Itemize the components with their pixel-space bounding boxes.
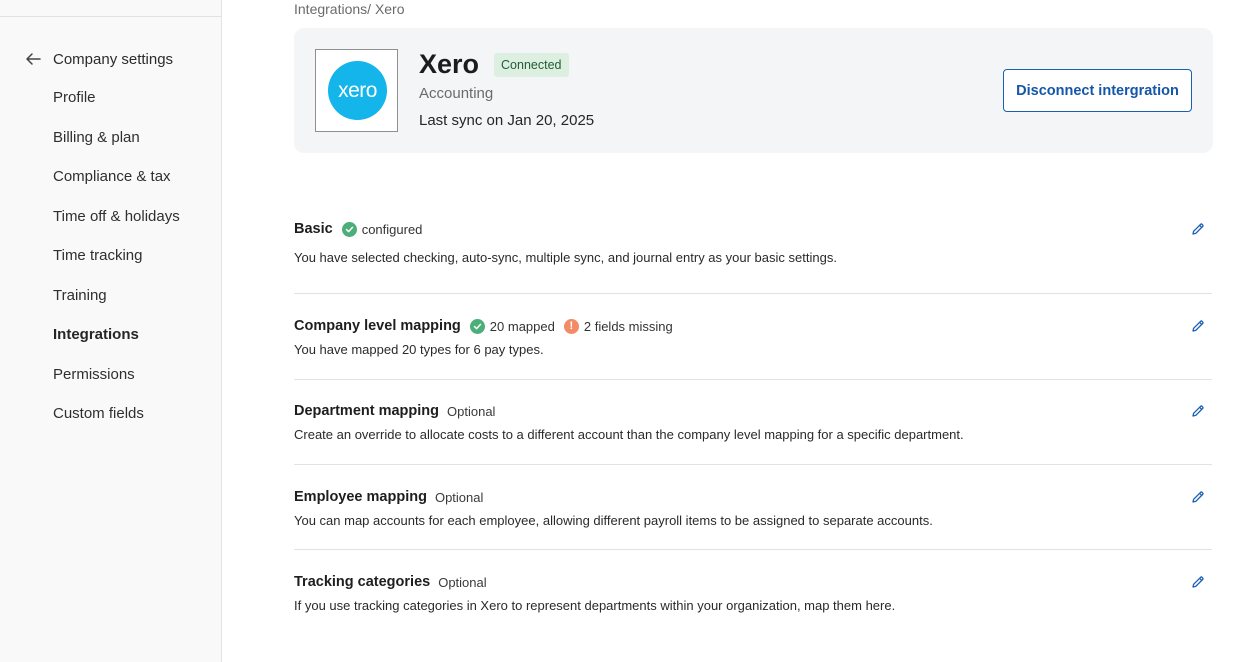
optional-label: Optional [434, 489, 484, 505]
section-tracking-categories: Tracking categories Optional If you use … [294, 572, 1212, 613]
breadcrumb: Integrations/ Xero [294, 1, 405, 17]
settings-sidebar: Company settings Profile Billing & plan … [0, 0, 222, 662]
integration-category: Accounting [419, 85, 494, 102]
main-content: Integrations/ Xero xero Xero Connected A… [222, 0, 1260, 662]
check-circle-icon [341, 221, 357, 237]
arrow-left-icon [26, 53, 41, 65]
section-basic: Basic configured You have selected check… [294, 219, 1212, 265]
xero-logo-mark: xero [328, 61, 387, 120]
back-label: Company settings [53, 50, 174, 68]
section-description: You can map accounts for each employee, … [294, 513, 933, 528]
integration-title-row: Xero Connected [419, 49, 569, 80]
section-divider [294, 464, 1212, 465]
edit-pencil-icon[interactable] [1191, 222, 1205, 236]
sidebar-item-time-off[interactable]: Time off & holidays [53, 205, 180, 245]
settings-nav: Profile Billing & plan Compliance & tax … [53, 86, 180, 442]
sidebar-item-time-tracking[interactable]: Time tracking [53, 244, 180, 284]
section-title: Tracking categories [294, 574, 431, 590]
warning-circle-icon: ! [563, 318, 579, 334]
sidebar-item-training[interactable]: Training [53, 284, 180, 324]
section-description: Create an override to allocate costs to … [294, 427, 964, 442]
section-header: Employee mapping Optional [294, 487, 1212, 507]
last-sync: Last sync on Jan 20, 2025 [419, 112, 595, 129]
section-description: If you use tracking categories in Xero t… [294, 598, 896, 613]
status-badge: Connected [494, 52, 569, 77]
edit-pencil-icon[interactable] [1191, 319, 1205, 333]
section-title: Basic [294, 221, 333, 237]
integration-header-card: xero Xero Connected Accounting Last sync… [294, 28, 1213, 153]
check-circle-icon [469, 318, 485, 334]
edit-pencil-icon[interactable] [1191, 490, 1205, 504]
sidebar-item-custom-fields[interactable]: Custom fields [53, 402, 180, 442]
section-title: Employee mapping [294, 489, 427, 505]
sidebar-item-profile[interactable]: Profile [53, 86, 180, 126]
section-company-mapping: Company level mapping 20 mapped ! 2 fiel… [294, 316, 1212, 357]
sidebar-item-integrations[interactable]: Integrations [53, 323, 180, 363]
section-header: Tracking categories Optional [294, 572, 1212, 592]
section-divider [294, 549, 1212, 550]
back-to-company-settings[interactable]: Company settings [24, 47, 173, 71]
section-title: Department mapping [294, 403, 440, 419]
optional-label: Optional [438, 574, 487, 590]
xero-logo: xero [315, 49, 398, 132]
section-employee-mapping: Employee mapping Optional You can map ac… [294, 487, 1212, 528]
sidebar-item-billing[interactable]: Billing & plan [53, 126, 180, 166]
edit-pencil-icon[interactable] [1191, 575, 1205, 589]
integration-name: Xero [419, 49, 480, 79]
section-department-mapping: Department mapping Optional Create an ov… [294, 401, 1212, 442]
disconnect-integration-button[interactable]: Disconnect intergration [1003, 69, 1192, 112]
section-description: You have mapped 20 types for 6 pay types… [294, 342, 544, 357]
section-header: Basic configured [294, 219, 1212, 239]
section-description: You have selected checking, auto-sync, m… [294, 250, 837, 265]
warning-text: 2 fields missing [583, 318, 673, 334]
sidebar-divider [0, 16, 221, 17]
section-divider [294, 379, 1212, 380]
section-header: Department mapping Optional [294, 401, 1212, 421]
section-header: Company level mapping 20 mapped ! 2 fiel… [294, 316, 1212, 336]
sidebar-item-permissions[interactable]: Permissions [53, 363, 180, 403]
optional-label: Optional [447, 403, 496, 419]
edit-pencil-icon[interactable] [1191, 404, 1205, 418]
status-text: configured [361, 221, 423, 237]
status-text: 20 mapped [489, 318, 555, 334]
section-title: Company level mapping [294, 318, 461, 334]
sidebar-item-compliance[interactable]: Compliance & tax [53, 165, 180, 205]
section-divider [294, 293, 1212, 294]
